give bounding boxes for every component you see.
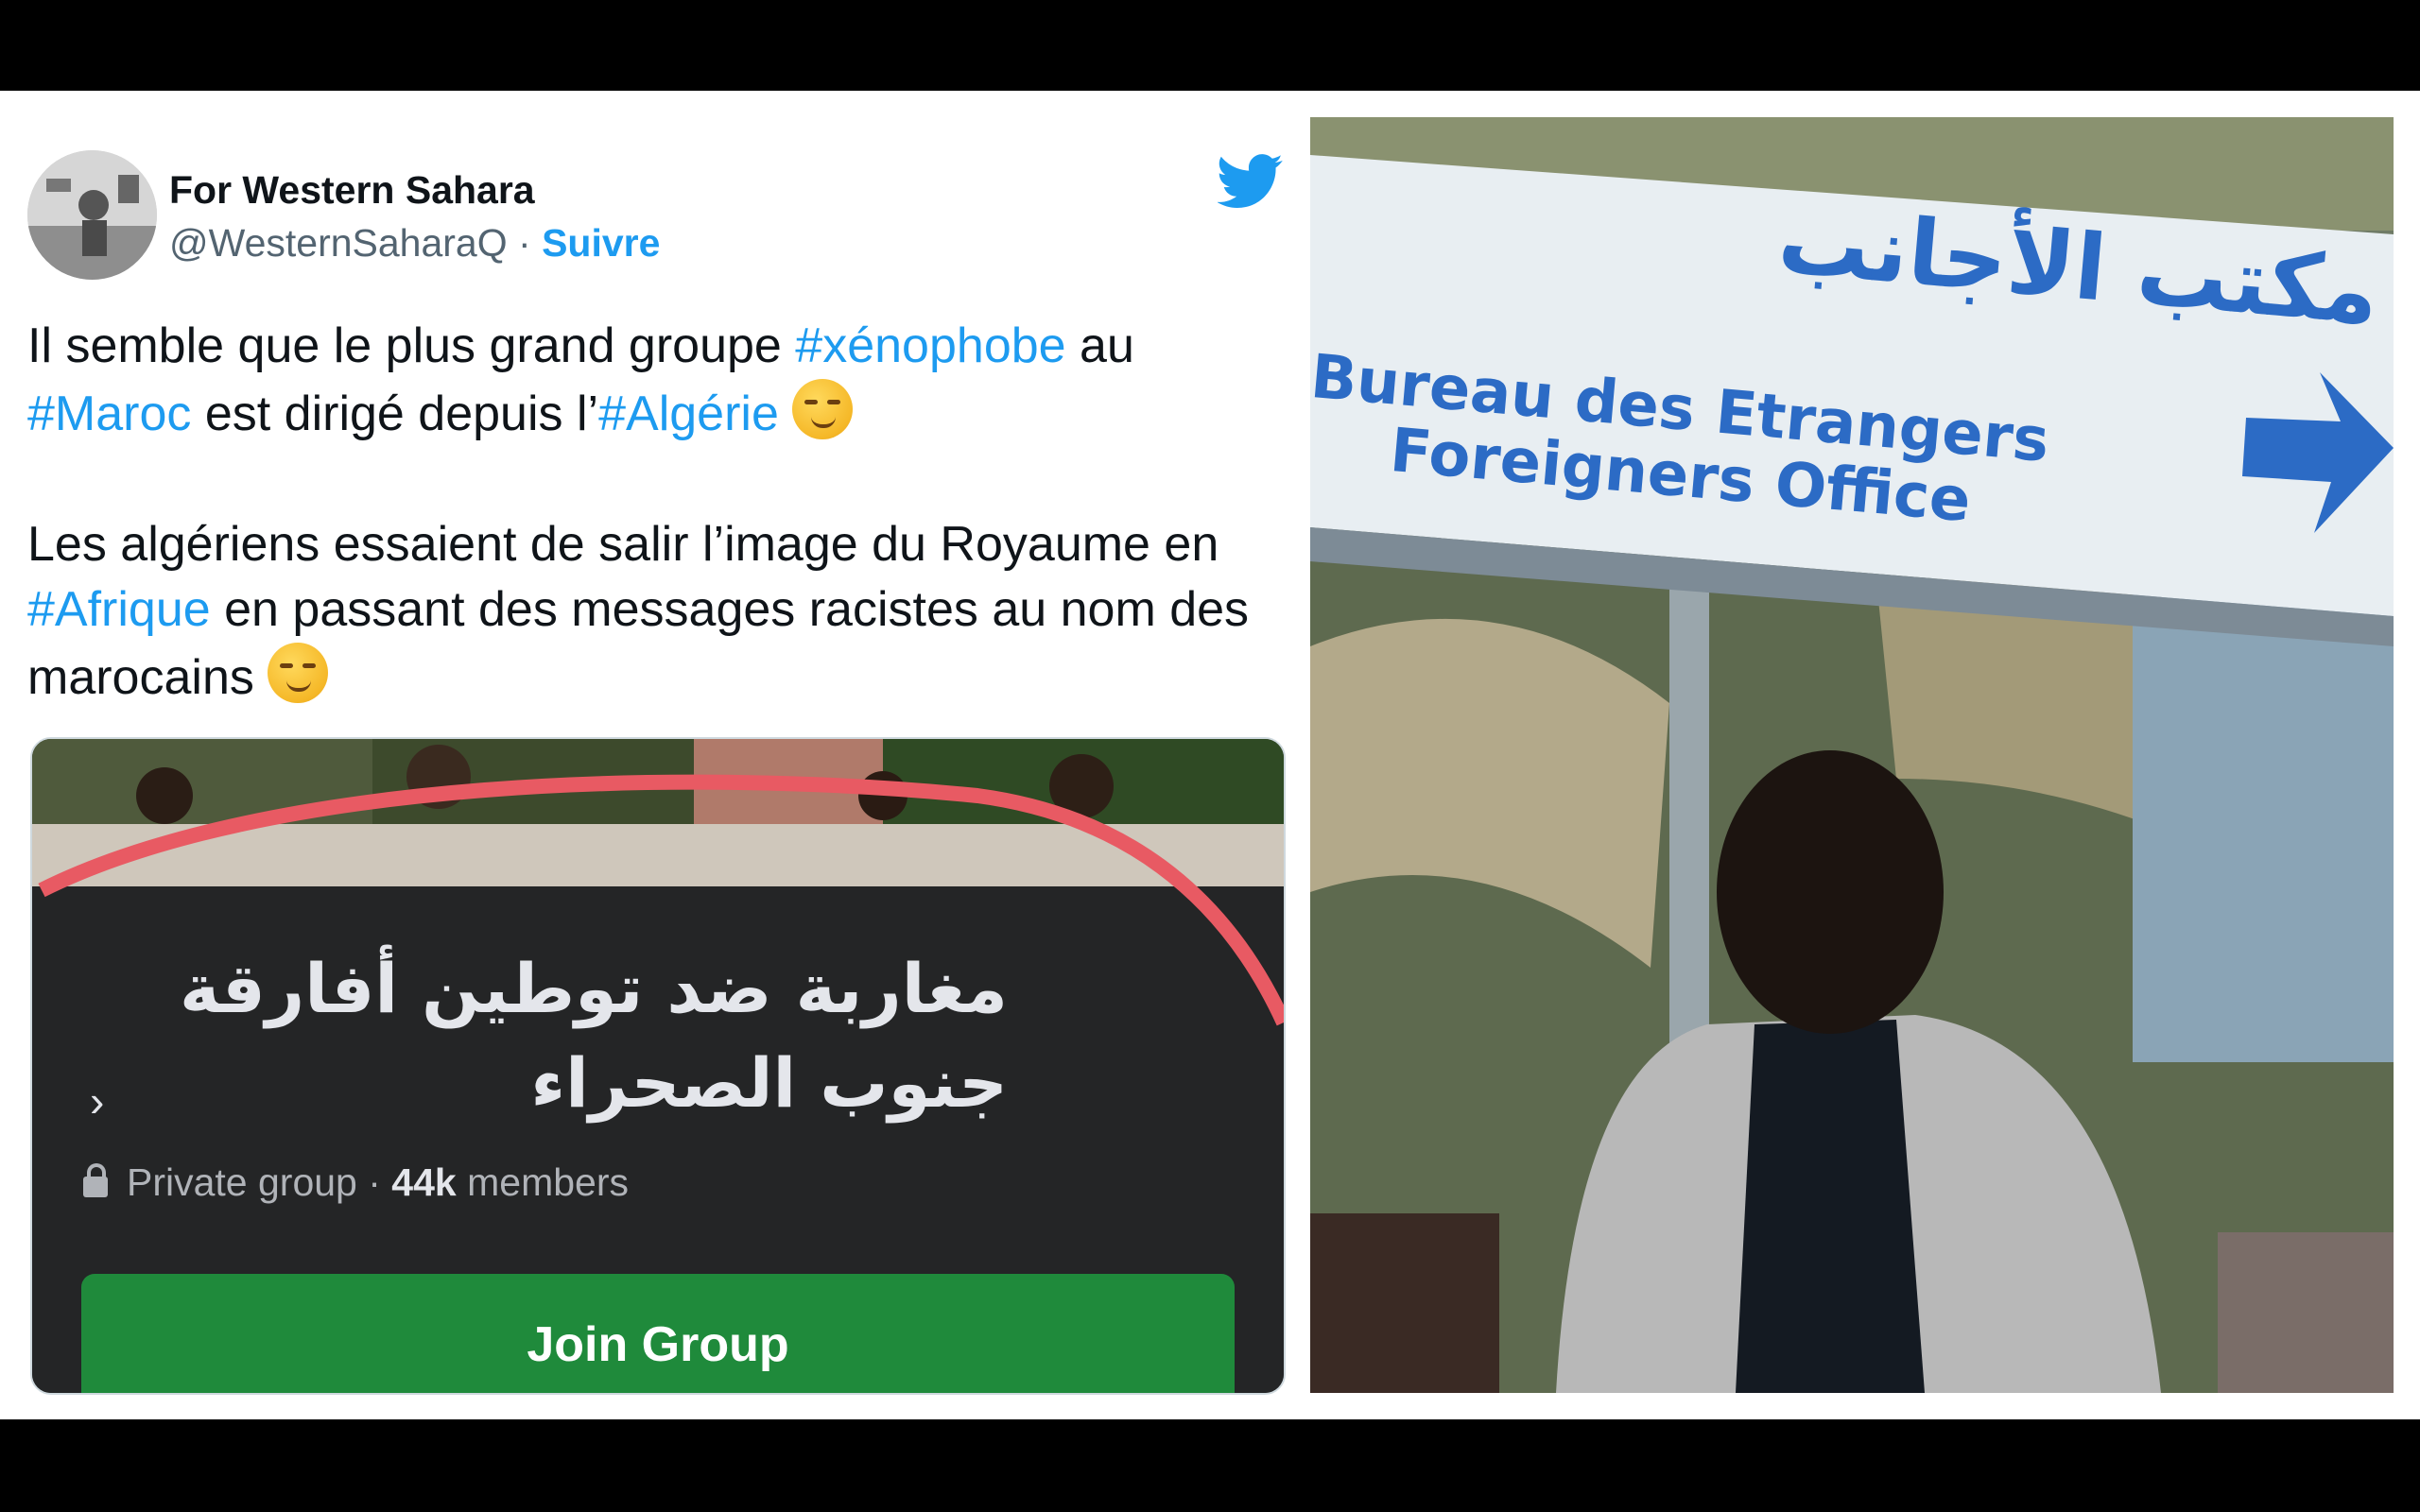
embedded-image[interactable]: مغاربة ضد توطين أفارقة جنوب الصحراء › Pr… [30, 737, 1286, 1395]
tweet-card: For Western Sahara @WesternSaharaQ · Sui… [0, 91, 1310, 1419]
raised-eyebrow-emoji-icon [268, 643, 329, 703]
tweet-text-segment: Il semble que le plus grand groupe [27, 318, 796, 373]
hashtag-algerie[interactable]: #Algérie [598, 387, 779, 441]
follow-button[interactable]: Suivre [542, 221, 660, 265]
tweet-body: Il semble que le plus grand groupe #xéno… [27, 314, 1285, 711]
author-handle-row: @WesternSaharaQ · Suivre [169, 221, 660, 266]
group-cover-photo [32, 739, 1284, 886]
tweet-text-segment: Les algériens essaient de salir l’image … [27, 517, 1219, 572]
join-group-button[interactable]: Join Group [81, 1274, 1235, 1393]
lock-icon [83, 1163, 108, 1197]
chevron-right-icon: › [90, 1076, 105, 1125]
group-meta: Private group · 44k members [83, 1160, 629, 1205]
smirking-face-emoji-icon [792, 379, 854, 439]
street-photo[interactable]: مكتب الأجانب Bureau des Etrangers Foreig… [1310, 117, 2394, 1393]
members-label: members [467, 1160, 629, 1204]
group-name: مغاربة ضد توطين أفارقة جنوب الصحراء [179, 949, 1008, 1123]
separator: · [507, 221, 543, 265]
author-handle[interactable]: @WesternSaharaQ [169, 221, 508, 265]
tweet-text-segment: en passant des messages racistes au nom … [27, 582, 1250, 705]
hashtag-xenophobe[interactable]: #xénophobe [795, 318, 1065, 373]
hashtag-afrique[interactable]: #Afrique [27, 582, 211, 637]
meta-separator: · [356, 1160, 392, 1204]
avatar[interactable] [27, 150, 157, 280]
tweet-text-segment: au [1065, 318, 1134, 373]
tweet-text-segment: est dirigé depuis l’ [191, 387, 599, 441]
author-name[interactable]: For Western Sahara [169, 168, 535, 213]
hashtag-maroc[interactable]: #Maroc [27, 387, 191, 441]
privacy-label: Private group [127, 1160, 357, 1204]
tweet-paragraph-2: Les algériens essaient de salir l’image … [27, 512, 1285, 711]
member-count: 44k [391, 1160, 457, 1204]
tweet-paragraph-1: Il semble que le plus grand groupe #xéno… [27, 314, 1285, 447]
twitter-bird-icon[interactable] [1218, 153, 1284, 210]
